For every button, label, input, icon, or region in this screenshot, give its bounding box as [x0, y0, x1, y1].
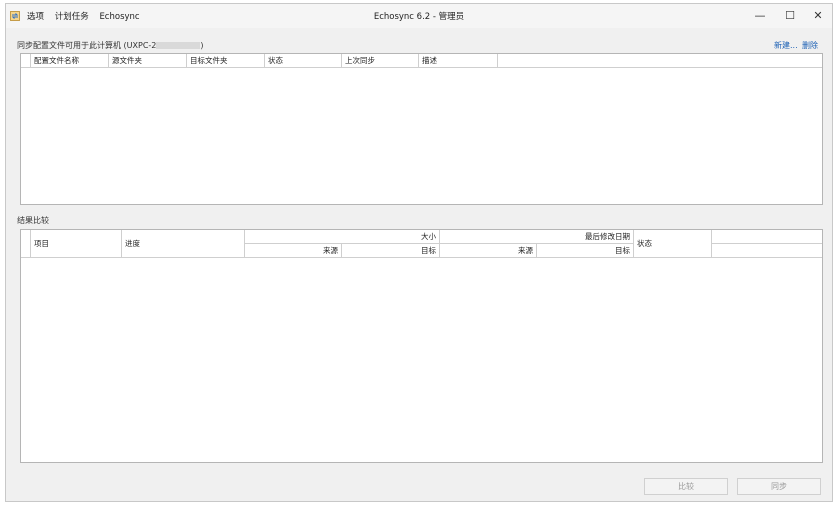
- col-description[interactable]: 描述: [419, 54, 498, 68]
- delete-profile-link[interactable]: 删除: [802, 40, 818, 51]
- col-modified[interactable]: 最后修改日期: [440, 230, 634, 244]
- col-size-target[interactable]: 目标: [342, 244, 440, 258]
- new-profile-link[interactable]: 新建...: [774, 40, 798, 51]
- col-modified-target[interactable]: 目标: [537, 244, 634, 258]
- col-filler-top: [712, 230, 822, 244]
- col-filler-bottom: [712, 244, 822, 258]
- col-progress[interactable]: 进度: [122, 230, 245, 258]
- profiles-grid[interactable]: 配置文件名称 源文件夹 目标文件夹 状态 上次同步 描述: [20, 53, 823, 205]
- app-window: 选项 计划任务 Echosync Echosync 6.2 - 管理员 — ☐ …: [5, 3, 833, 502]
- col-filler: [498, 54, 822, 68]
- menu-scheduled-tasks[interactable]: 计划任务: [55, 12, 89, 22]
- profiles-label-suffix: ): [200, 41, 204, 50]
- col-target-folder[interactable]: 目标文件夹: [187, 54, 265, 68]
- redacted-block: [156, 42, 201, 49]
- compare-button[interactable]: 比较: [644, 478, 728, 495]
- results-label: 结果比较: [17, 216, 49, 225]
- col-size-source[interactable]: 来源: [245, 244, 342, 258]
- minimize-button[interactable]: —: [744, 4, 776, 28]
- title-bar: 选项 计划任务 Echosync Echosync 6.2 - 管理员 — ☐ …: [6, 4, 832, 28]
- profiles-label: 同步配置文件可用于此计算机 (UXPC-2): [17, 40, 204, 51]
- profiles-label-prefix: 同步配置文件可用于此计算机 (UXPC-2: [17, 41, 157, 50]
- col-result-status[interactable]: 状态: [634, 230, 712, 258]
- menu-bar: 选项 计划任务 Echosync: [27, 10, 148, 22]
- row-header-corner: [21, 54, 31, 68]
- col-modified-source[interactable]: 来源: [440, 244, 537, 258]
- results-grid[interactable]: 项目 进度 大小 来源 目标 最后修改日期 来源 目标 状态: [20, 229, 823, 463]
- col-status[interactable]: 状态: [265, 54, 342, 68]
- col-item[interactable]: 项目: [31, 230, 122, 258]
- sync-button[interactable]: 同步: [737, 478, 821, 495]
- col-source-folder[interactable]: 源文件夹: [109, 54, 187, 68]
- close-button[interactable]: ✕: [802, 4, 834, 28]
- col-size[interactable]: 大小: [245, 230, 440, 244]
- menu-options[interactable]: 选项: [27, 12, 44, 22]
- col-profile-name[interactable]: 配置文件名称: [31, 54, 109, 68]
- col-last-sync[interactable]: 上次同步: [342, 54, 419, 68]
- menu-echosync[interactable]: Echosync: [99, 12, 139, 22]
- row-header-corner: [21, 230, 31, 258]
- app-sync-icon: [10, 11, 20, 21]
